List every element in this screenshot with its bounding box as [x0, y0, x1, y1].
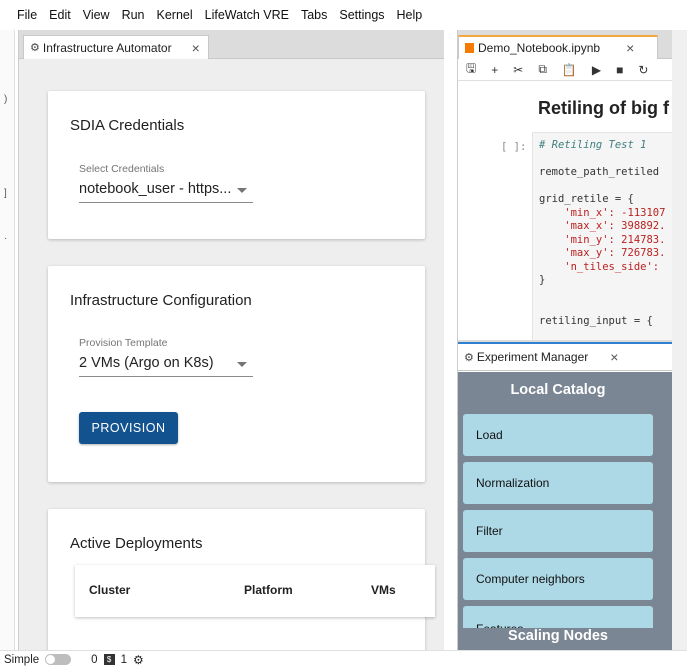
menu-edit[interactable]: Edit — [49, 8, 71, 22]
template-select[interactable]: 2 VMs (Argo on K8s) — [79, 353, 253, 377]
simple-mode-label: Simple — [4, 653, 40, 666]
tab-demo-notebook[interactable]: Demo_Notebook.ipynb × — [458, 35, 658, 59]
experiment-tab-bar: ⚙ Experiment Manager × — [458, 340, 673, 371]
close-icon[interactable]: × — [626, 40, 634, 56]
scaling-nodes-header: Scaling Nodes — [458, 628, 658, 650]
catalog-item-filter[interactable]: Filter — [463, 510, 653, 552]
terminal-icon[interactable]: $ — [103, 654, 115, 665]
cut-icon[interactable]: ✂ — [513, 63, 523, 77]
menu-help[interactable]: Help — [397, 8, 423, 22]
tab-label: Infrastructure Automator — [42, 40, 172, 55]
column-header-cluster[interactable]: Cluster — [89, 583, 130, 597]
status-bar: Simple 0 $ 1 ⚙ — [0, 650, 687, 668]
code-line: 'n_tiles_side': — [539, 260, 660, 273]
sidebar-marker: ) — [4, 94, 8, 105]
menu-run[interactable]: Run — [122, 8, 145, 22]
code-line: # Retiling Test 1 — [539, 139, 647, 151]
menu-settings[interactable]: Settings — [339, 8, 384, 22]
credentials-card: SDIA Credentials Select Credentials note… — [48, 91, 425, 239]
catalog-panel: Local Catalog Load Normalization Filter … — [458, 372, 673, 650]
automator-content: SDIA Credentials Select Credentials note… — [19, 59, 444, 650]
gears-icon: ⚙ — [464, 351, 474, 364]
stop-icon[interactable]: ■ — [616, 63, 623, 77]
code-line: 'max_y': 726783. — [539, 247, 666, 259]
code-line: 'min_y': 214783. — [539, 233, 666, 246]
left-tab-bar: ⚙ Infrastructure Automator × — [19, 30, 444, 59]
menu-view[interactable]: View — [83, 8, 110, 22]
chevron-down-icon — [237, 362, 247, 367]
notebook-icon — [465, 43, 474, 53]
terminal-count: 0 — [91, 653, 98, 666]
simple-mode-toggle[interactable] — [45, 654, 72, 665]
code-line: retiling_input = { — [539, 314, 653, 327]
tab-experiment-manager[interactable]: ⚙ Experiment Manager × — [458, 342, 673, 370]
copy-icon[interactable]: ⧉ — [538, 62, 547, 77]
experiment-manager-panel: ⚙ Experiment Manager × Local Catalog Loa… — [457, 340, 673, 650]
run-icon[interactable]: ▶ — [592, 63, 601, 77]
infrastructure-automator-panel: ⚙ Infrastructure Automator × SDIA Creden… — [18, 30, 444, 650]
left-sidebar-edge: ) ] · — [0, 30, 15, 650]
menu-bar: File Edit View Run Kernel LifeWatch VRE … — [0, 0, 687, 30]
credentials-select-value: notebook_user - https... — [79, 181, 232, 197]
column-header-platform[interactable]: Platform — [244, 583, 293, 597]
catalog-item-normalization[interactable]: Normalization — [463, 462, 653, 504]
menu-tabs[interactable]: Tabs — [301, 8, 327, 22]
code-line: 'min_x': -113107 — [539, 206, 666, 219]
notebook-panel: Demo_Notebook.ipynb × 🖫 + ✂ ⧉ 📋 ▶ ■ ↻ Re… — [457, 30, 673, 340]
gears-icon: ⚙ — [30, 42, 40, 54]
tab-label: Demo_Notebook.ipynb — [478, 41, 601, 55]
menu-file[interactable]: File — [17, 8, 37, 22]
cell-prompt: [ ]: — [501, 141, 527, 153]
infrastructure-config-card: Infrastructure Configuration Provision T… — [48, 266, 425, 482]
code-line: remote_path_retiled — [539, 166, 660, 178]
infra-title: Infrastructure Configuration — [70, 292, 252, 309]
add-icon[interactable]: + — [491, 63, 498, 77]
tab-label: Experiment Manager — [476, 350, 589, 364]
code-line: } — [539, 274, 546, 286]
template-select-label: Provision Template — [79, 337, 168, 349]
credentials-title: SDIA Credentials — [70, 117, 185, 134]
close-icon[interactable]: × — [192, 40, 200, 56]
deployments-title: Active Deployments — [70, 535, 203, 552]
code-line: 'max_x': 398892. — [539, 220, 666, 232]
menu-lifewatch-vre[interactable]: LifeWatch VRE — [205, 8, 289, 22]
kernel-count: 1 — [120, 653, 127, 666]
code-cell[interactable]: # Retiling Test 1 remote_path_retiled gr… — [532, 132, 673, 340]
active-deployments-card: Active Deployments Cluster Platform VMs — [48, 509, 435, 650]
chevron-down-icon — [237, 188, 247, 193]
notebook-toolbar: 🖫 + ✂ ⧉ 📋 ▶ ■ ↻ — [458, 59, 673, 81]
kernel-icon[interactable]: ⚙ — [133, 653, 144, 667]
column-header-vms[interactable]: VMs — [371, 583, 396, 597]
tab-infrastructure-automator[interactable]: ⚙ Infrastructure Automator × — [23, 35, 209, 59]
right-edge — [672, 30, 687, 650]
deployments-table: Cluster Platform VMs — [75, 565, 435, 617]
notebook-heading: Retiling of big f — [538, 98, 669, 118]
credentials-select[interactable]: notebook_user - https... — [79, 179, 253, 203]
menu-kernel[interactable]: Kernel — [157, 8, 193, 22]
sidebar-marker: · — [4, 233, 8, 244]
catalog-item-computer-neighbors[interactable]: Computer neighbors — [463, 558, 653, 600]
sidebar-marker: ] — [4, 188, 7, 199]
close-icon[interactable]: × — [610, 349, 618, 365]
notebook-tab-bar: Demo_Notebook.ipynb × — [458, 30, 673, 59]
restart-icon[interactable]: ↻ — [638, 63, 648, 77]
catalog-title: Local Catalog — [458, 372, 658, 408]
credentials-select-label: Select Credentials — [79, 163, 165, 175]
catalog-item-load[interactable]: Load — [463, 414, 653, 456]
code-line: grid_retile = { — [539, 193, 634, 205]
paste-icon[interactable]: 📋 — [562, 63, 577, 77]
template-select-value: 2 VMs (Argo on K8s) — [79, 355, 214, 371]
provision-button[interactable]: PROVISION — [79, 412, 178, 444]
save-icon[interactable]: 🖫 — [466, 59, 476, 80]
